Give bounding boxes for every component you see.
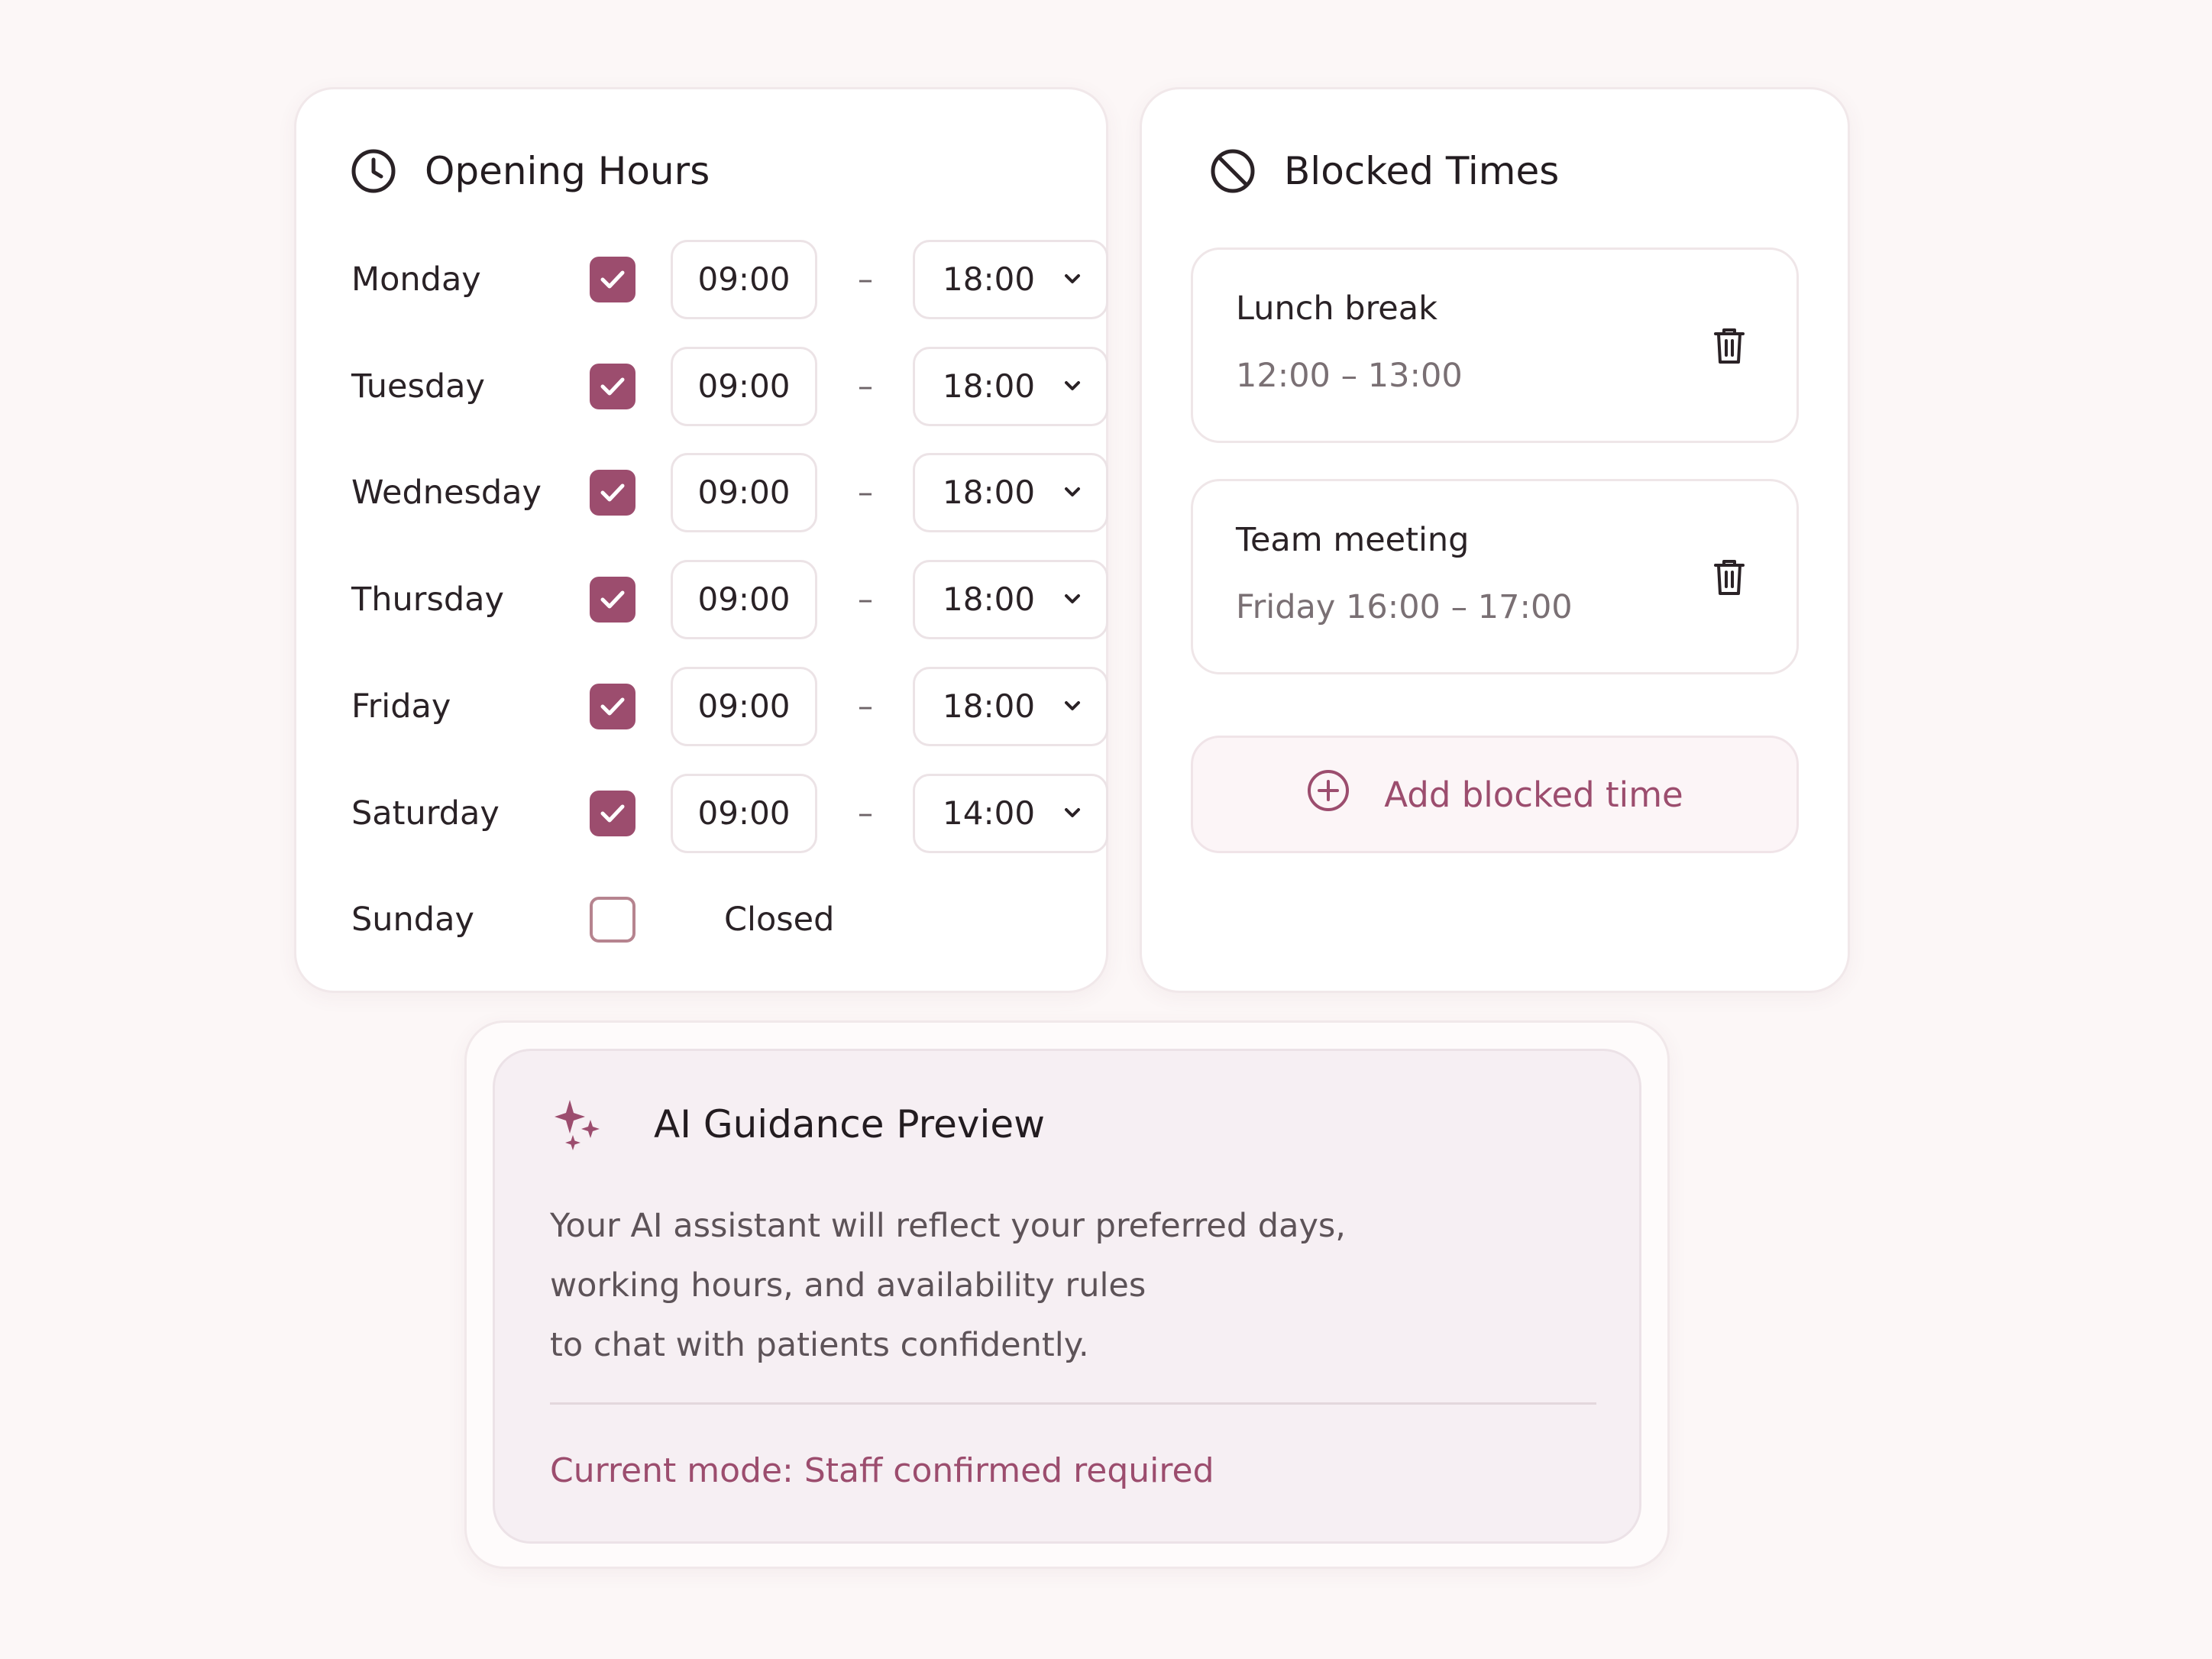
- blocked-times-header: Blocked Times: [1209, 147, 1559, 195]
- end-time-value: 18:00: [943, 367, 1036, 405]
- sparkles-icon: [550, 1097, 605, 1152]
- chevron-down-icon: [1065, 594, 1080, 603]
- time-separator: –: [858, 689, 873, 724]
- day-row-thursday: Thursday 09:00 – 18:00: [351, 560, 1108, 639]
- check-icon: [600, 804, 625, 823]
- chevron-down-icon: [1065, 381, 1080, 390]
- day-name: Saturday: [351, 794, 500, 833]
- time-separator: –: [858, 582, 873, 617]
- blocked-times-card: Blocked Times Lunch break 12:00 – 13:00 …: [1140, 87, 1850, 993]
- end-time-value: 14:00: [943, 794, 1036, 832]
- day-row-monday: Monday 09:00 – 18:00: [351, 240, 1108, 319]
- current-mode-text: Current mode: Staff confirmed required: [550, 1451, 1214, 1490]
- check-icon: [600, 377, 625, 396]
- description-line: Your AI assistant will reflect your pref…: [550, 1207, 1346, 1245]
- end-time-select[interactable]: 18:00: [913, 453, 1108, 532]
- clock-icon: [350, 147, 397, 195]
- check-icon: [600, 483, 625, 502]
- day-enabled-checkbox[interactable]: [590, 470, 635, 516]
- blocked-time-title: Lunch break: [1236, 289, 1438, 328]
- day-row-friday: Friday 09:00 – 18:00: [351, 667, 1108, 746]
- blocked-time-range: 12:00 – 13:00: [1236, 357, 1463, 395]
- start-time-input[interactable]: 09:00: [671, 667, 817, 746]
- day-row-sunday: Sunday Closed: [351, 880, 1085, 959]
- end-time-value: 18:00: [943, 580, 1036, 618]
- end-time-select[interactable]: 14:00: [913, 774, 1108, 853]
- chevron-down-icon: [1065, 808, 1080, 817]
- description-line: working hours, and availability rules: [550, 1266, 1146, 1305]
- end-time-value: 18:00: [943, 474, 1036, 511]
- ai-guidance-card: AI Guidance Preview Your AI assistant wi…: [464, 1020, 1670, 1569]
- blocked-time-item: Lunch break 12:00 – 13:00: [1191, 247, 1799, 443]
- prohibited-icon: [1209, 147, 1256, 195]
- day-name: Friday: [351, 687, 451, 726]
- time-separator: –: [858, 475, 873, 510]
- day-name: Monday: [351, 260, 481, 299]
- check-icon: [600, 270, 625, 289]
- check-icon: [600, 697, 625, 716]
- chevron-down-icon: [1065, 701, 1080, 710]
- divider: [550, 1402, 1596, 1405]
- chevron-down-icon: [1065, 274, 1080, 283]
- day-row-wednesday: Wednesday 09:00 – 18:00: [351, 453, 1108, 532]
- day-row-tuesday: Tuesday 09:00 – 18:00: [351, 347, 1108, 426]
- day-name: Thursday: [351, 580, 504, 619]
- plus-circle-icon: [1306, 768, 1350, 821]
- end-time-select[interactable]: 18:00: [913, 347, 1108, 426]
- opening-hours-header: Opening Hours: [350, 147, 710, 195]
- end-time-select[interactable]: 18:00: [913, 667, 1108, 746]
- time-separator: –: [858, 262, 873, 297]
- day-enabled-checkbox[interactable]: [590, 364, 635, 409]
- day-enabled-checkbox[interactable]: [590, 257, 635, 302]
- end-time-select[interactable]: 18:00: [913, 240, 1108, 319]
- day-name: Tuesday: [351, 367, 485, 406]
- end-time-value: 18:00: [943, 260, 1036, 298]
- opening-hours-title: Opening Hours: [425, 149, 710, 193]
- end-time-value: 18:00: [943, 687, 1036, 725]
- day-name: Wednesday: [351, 474, 542, 512]
- trash-icon[interactable]: [1712, 558, 1746, 600]
- day-enabled-checkbox[interactable]: [590, 897, 635, 943]
- day-name: Sunday: [351, 901, 474, 939]
- start-time-input[interactable]: 09:00: [671, 453, 817, 532]
- start-time-input[interactable]: 09:00: [671, 560, 817, 639]
- day-enabled-checkbox[interactable]: [590, 684, 635, 729]
- blocked-time-title: Team meeting: [1236, 521, 1470, 559]
- ai-guidance-title: AI Guidance Preview: [654, 1102, 1046, 1146]
- day-enabled-checkbox[interactable]: [590, 577, 635, 623]
- trash-icon[interactable]: [1712, 326, 1746, 369]
- day-enabled-checkbox[interactable]: [590, 791, 635, 836]
- blocked-time-item: Team meeting Friday 16:00 – 17:00: [1191, 479, 1799, 674]
- ai-guidance-header: AI Guidance Preview: [550, 1097, 1045, 1152]
- start-time-input[interactable]: 09:00: [671, 240, 817, 319]
- time-separator: –: [858, 369, 873, 404]
- day-row-saturday: Saturday 09:00 – 14:00: [351, 774, 1108, 853]
- ai-guidance-panel: AI Guidance Preview Your AI assistant wi…: [493, 1049, 1641, 1544]
- start-time-input[interactable]: 09:00: [671, 774, 817, 853]
- start-time-input[interactable]: 09:00: [671, 347, 817, 426]
- blocked-time-range: Friday 16:00 – 17:00: [1236, 588, 1573, 626]
- opening-hours-card: Opening Hours Monday 09:00 – 18:00 Tuesd…: [294, 87, 1108, 993]
- add-blocked-time-label: Add blocked time: [1384, 774, 1683, 815]
- check-icon: [600, 590, 625, 609]
- time-separator: –: [858, 796, 873, 831]
- chevron-down-icon: [1065, 487, 1080, 496]
- ai-guidance-description: Your AI assistant will reflect your pref…: [550, 1196, 1467, 1375]
- add-blocked-time-button[interactable]: Add blocked time: [1191, 736, 1799, 853]
- end-time-select[interactable]: 18:00: [913, 560, 1108, 639]
- blocked-times-title: Blocked Times: [1284, 149, 1560, 193]
- closed-label: Closed: [724, 901, 835, 939]
- description-line: to chat with patients confidently.: [550, 1326, 1089, 1364]
